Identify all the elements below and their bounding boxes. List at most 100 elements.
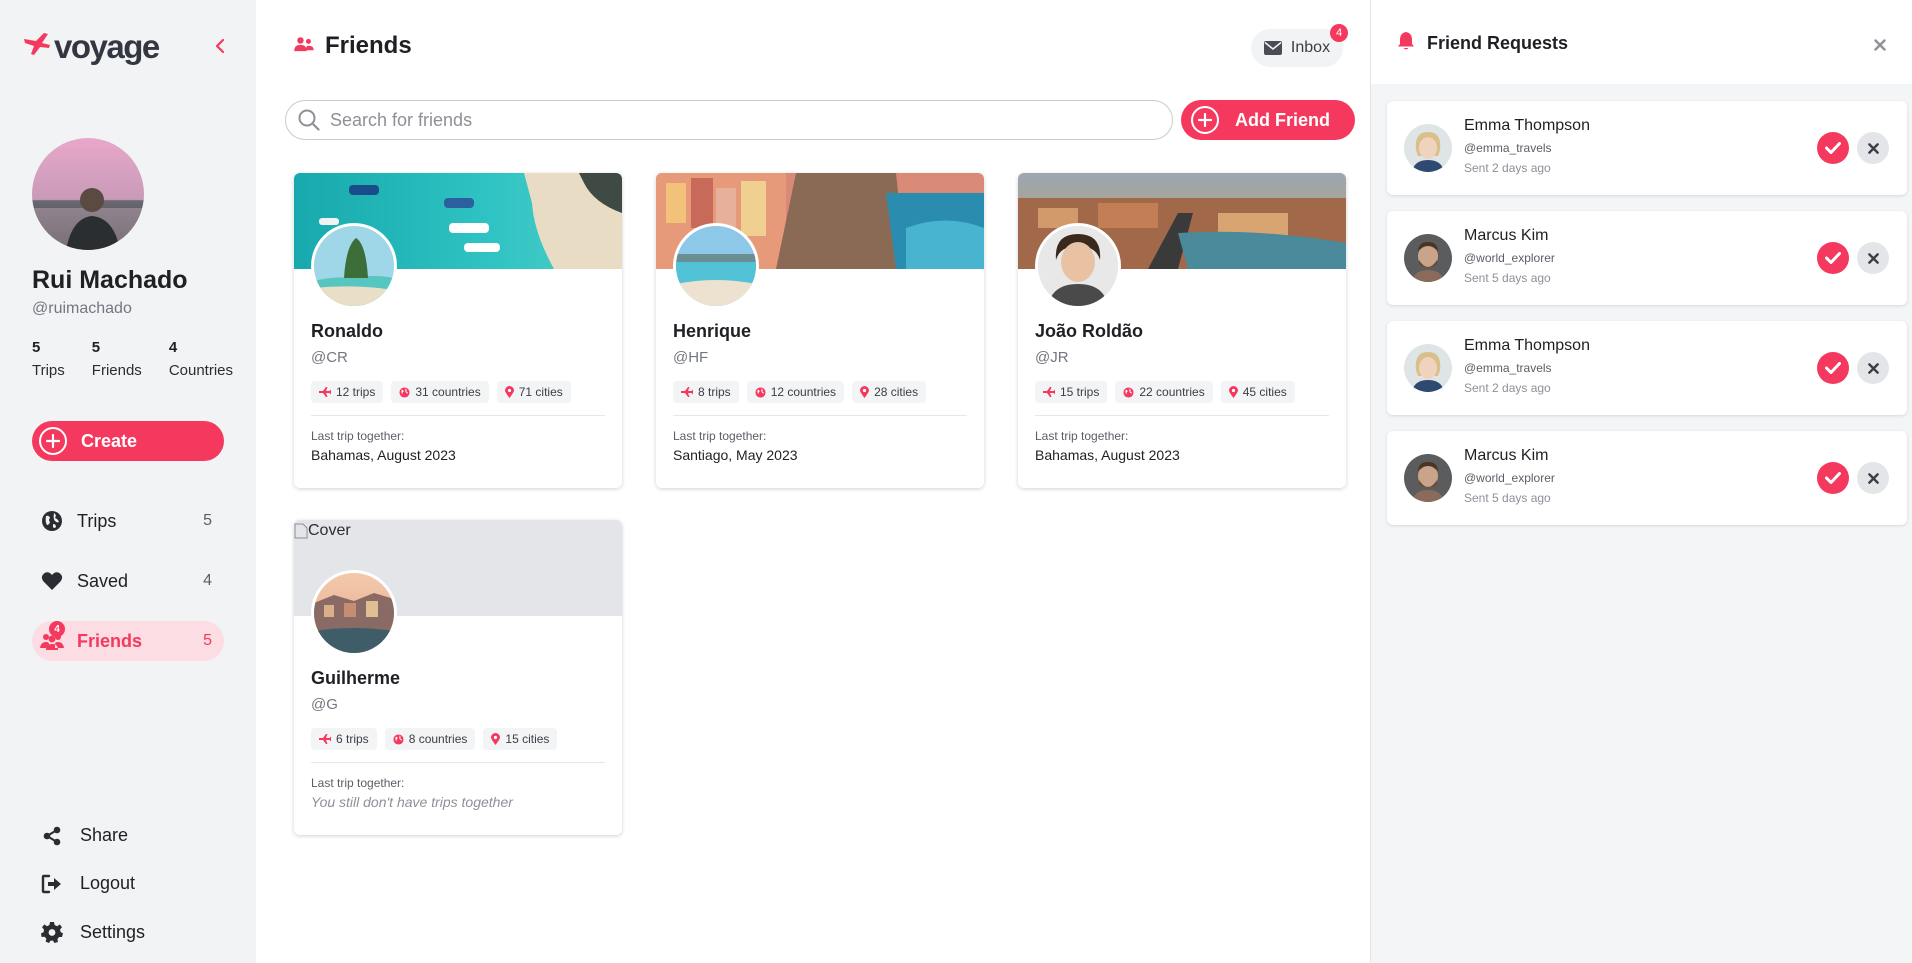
request-avatar [1404, 124, 1452, 172]
friend-card[interactable]: Henrique @HF 8 trips 12 countries 28 cit… [656, 173, 984, 488]
decline-request-button[interactable] [1857, 352, 1889, 384]
globe-icon [39, 510, 65, 532]
map-pin-icon [504, 386, 514, 398]
request-time: Sent 2 days ago [1464, 161, 1551, 175]
chip-label: 12 countries [770, 385, 837, 399]
cities-chip: 28 cities [852, 381, 927, 403]
panel-title: Friend Requests [1427, 33, 1569, 53]
stat-countries: 4 Countries [169, 339, 233, 379]
chip-label: 6 trips [336, 732, 369, 746]
friends-notification-badge: 4 [49, 621, 65, 637]
search-input[interactable] [330, 109, 1130, 131]
sidebar-item-saved[interactable]: Saved 4 [32, 561, 224, 601]
close-icon [1867, 252, 1879, 264]
sidebar-item-label: Trips [77, 510, 117, 531]
last-trip-value: Santiago, May 2023 [673, 447, 798, 463]
friend-avatar [673, 223, 759, 309]
friend-card[interactable]: João Roldão @JR 15 trips 22 countries 45… [1018, 173, 1346, 488]
friend-card[interactable]: Ronaldo @CR 12 trips 31 countries 71 cit… [294, 173, 622, 488]
sidebar-item-label: Friends [77, 630, 143, 651]
friend-request-item: Marcus Kim @world_explorer Sent 5 days a… [1387, 211, 1907, 305]
decline-request-button[interactable] [1857, 462, 1889, 494]
friend-handle: @JR [1035, 349, 1069, 366]
cities-chip: 71 cities [496, 381, 571, 403]
add-friend-button[interactable]: Add Friend [1181, 100, 1355, 140]
request-handle: @emma_travels [1464, 141, 1552, 155]
settings-label: Settings [80, 921, 146, 942]
request-name: Marcus Kim [1464, 447, 1549, 464]
trips-chip: 6 trips [311, 728, 377, 750]
collapse-sidebar-button[interactable] [210, 34, 230, 58]
countries-chip: 8 countries [384, 728, 476, 750]
close-icon [1867, 142, 1879, 154]
logout-button[interactable]: Logout [40, 873, 135, 894]
plane-logo-icon [22, 31, 52, 62]
close-icon [1867, 472, 1879, 484]
chip-label: 31 countries [415, 385, 481, 399]
map-pin-icon [491, 733, 501, 745]
close-panel-button[interactable] [1873, 38, 1887, 52]
last-trip-value: You still don't have trips together [311, 794, 513, 810]
stat-value: 5 [32, 339, 41, 356]
friend-name: João Roldão [1035, 321, 1144, 341]
friend-name: Ronaldo [311, 321, 383, 341]
check-icon [1825, 362, 1841, 374]
decline-request-button[interactable] [1857, 132, 1889, 164]
broken-image-icon [294, 523, 308, 539]
request-avatar [1404, 344, 1452, 392]
chip-label: 22 countries [1139, 385, 1205, 399]
inbox-badge: 4 [1330, 24, 1348, 42]
trips-chip: 8 trips [673, 381, 739, 403]
sidebar: voyage Rui Machado @ruimachado 5 Trips 5… [0, 0, 256, 963]
sidebar-item-trips[interactable]: Trips 5 [32, 501, 224, 541]
settings-button[interactable]: Settings [40, 921, 145, 943]
search-bar [285, 100, 1173, 140]
accept-request-button[interactable] [1817, 242, 1849, 274]
friend-request-item: Emma Thompson @emma_travels Sent 2 days … [1387, 321, 1907, 415]
create-button[interactable]: Create [32, 421, 224, 461]
request-handle: @world_explorer [1464, 251, 1555, 265]
globe-icon [399, 386, 410, 398]
plane-icon [319, 734, 331, 744]
check-icon [1825, 252, 1841, 264]
friend-card[interactable]: Cover Guilherme @G 6 trips 8 countries 1… [294, 520, 622, 835]
countries-chip: 22 countries [1115, 381, 1213, 403]
countries-chip: 12 countries [746, 381, 845, 403]
chip-label: 15 trips [1060, 385, 1100, 399]
heart-icon [39, 571, 65, 591]
stat-label: Countries [168, 362, 234, 379]
logout-label: Logout [80, 873, 136, 893]
share-label: Share [80, 825, 129, 845]
last-trip-label: Last trip together: [1035, 429, 1129, 443]
trips-chip: 15 trips [1035, 381, 1108, 403]
request-name: Emma Thompson [1464, 117, 1590, 134]
map-pin-icon [860, 386, 870, 398]
sidebar-item-friends[interactable]: 4 Friends 5 [32, 621, 224, 661]
accept-request-button[interactable] [1817, 462, 1849, 494]
voyage-logo[interactable]: voyage [22, 26, 160, 66]
accept-request-button[interactable] [1817, 352, 1849, 384]
sidebar-item-count: 4 [203, 572, 212, 589]
chip-label: 8 countries [408, 732, 468, 746]
chip-label: 28 cities [874, 385, 919, 399]
chip-label: 71 cities [518, 385, 563, 399]
cover-alt-text: Cover [308, 522, 351, 539]
logo-text: voyage [54, 28, 160, 65]
chip-label: 15 cities [505, 732, 550, 746]
globe-icon [393, 733, 404, 745]
stat-label: Friends [91, 362, 142, 379]
decline-request-button[interactable] [1857, 242, 1889, 274]
map-pin-icon [1228, 386, 1238, 398]
cities-chip: 45 cities [1220, 381, 1295, 403]
share-icon [40, 826, 64, 846]
check-icon [1825, 472, 1841, 484]
profile-handle: @ruimachado [32, 300, 132, 317]
accept-request-button[interactable] [1817, 132, 1849, 164]
divider [673, 415, 967, 416]
profile-avatar[interactable] [32, 138, 144, 250]
last-trip-label: Last trip together: [311, 429, 405, 443]
plane-icon [319, 387, 331, 397]
friends-icon [293, 36, 315, 57]
last-trip-value: Bahamas, August 2023 [311, 447, 456, 463]
share-button[interactable]: Share [40, 825, 128, 846]
